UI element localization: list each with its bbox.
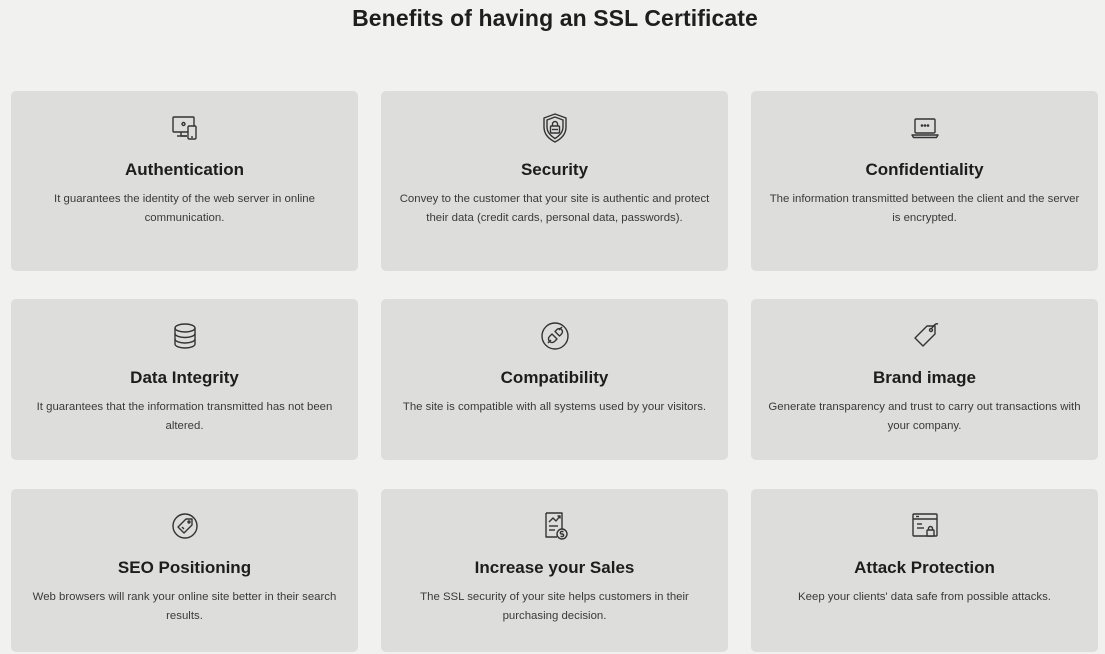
- card-title: Compatibility: [500, 368, 609, 387]
- card-description: The information transmitted between the …: [769, 193, 1080, 224]
- benefits-grid: Authentication It guarantees the identit…: [11, 91, 1098, 652]
- plug-icon: [538, 319, 572, 353]
- card-description: Convey to the customer that your site is…: [399, 193, 710, 224]
- card-description: Keep your clients' data safe from possib…: [798, 591, 1051, 603]
- card-description: Web browsers will rank your online site …: [32, 591, 337, 622]
- card-confidentiality: Confidentiality The information transmit…: [751, 91, 1098, 271]
- card-description: The SSL security of your site helps cust…: [420, 591, 689, 622]
- database-icon: [168, 319, 202, 353]
- card-description: Generate transparency and trust to carry…: [768, 401, 1081, 432]
- card-seo-positioning: SEO Positioning Web browsers will rank y…: [11, 489, 358, 652]
- card-description: It guarantees that the information trans…: [36, 401, 333, 432]
- card-description: It guarantees the identity of the web se…: [54, 193, 315, 224]
- devices-icon: [168, 111, 202, 145]
- card-attack-protection: Attack Protection Keep your clients' dat…: [751, 489, 1098, 652]
- sales-report-icon: [538, 509, 572, 543]
- card-description: The site is compatible with all systems …: [402, 401, 707, 413]
- page-title: Benefits of having an SSL Certificate: [352, 5, 758, 31]
- card-title: Increase your Sales: [474, 558, 635, 577]
- card-title: Brand image: [873, 368, 976, 387]
- card-security: Security Convey to the customer that you…: [381, 91, 728, 271]
- card-authentication: Authentication It guarantees the identit…: [11, 91, 358, 271]
- browser-lock-icon: [908, 509, 942, 543]
- card-compatibility: Compatibility The site is compatible wit…: [381, 299, 728, 460]
- laptop-password-icon: [908, 111, 942, 145]
- card-brand-image: Brand image Generate transparency and tr…: [751, 299, 1098, 460]
- card-increase-sales: Increase your Sales The SSL security of …: [381, 489, 728, 652]
- card-title: Data Integrity: [130, 368, 239, 387]
- card-title: Authentication: [125, 160, 244, 179]
- card-data-integrity: Data Integrity It guarantees that the in…: [11, 299, 358, 460]
- card-title: Confidentiality: [865, 160, 984, 179]
- shield-lock-icon: [538, 111, 572, 145]
- card-title: Attack Protection: [854, 558, 995, 577]
- card-title: Security: [520, 160, 589, 179]
- badge-tag-icon: [168, 509, 202, 543]
- tag-icon: [908, 319, 942, 353]
- card-title: SEO Positioning: [117, 558, 252, 577]
